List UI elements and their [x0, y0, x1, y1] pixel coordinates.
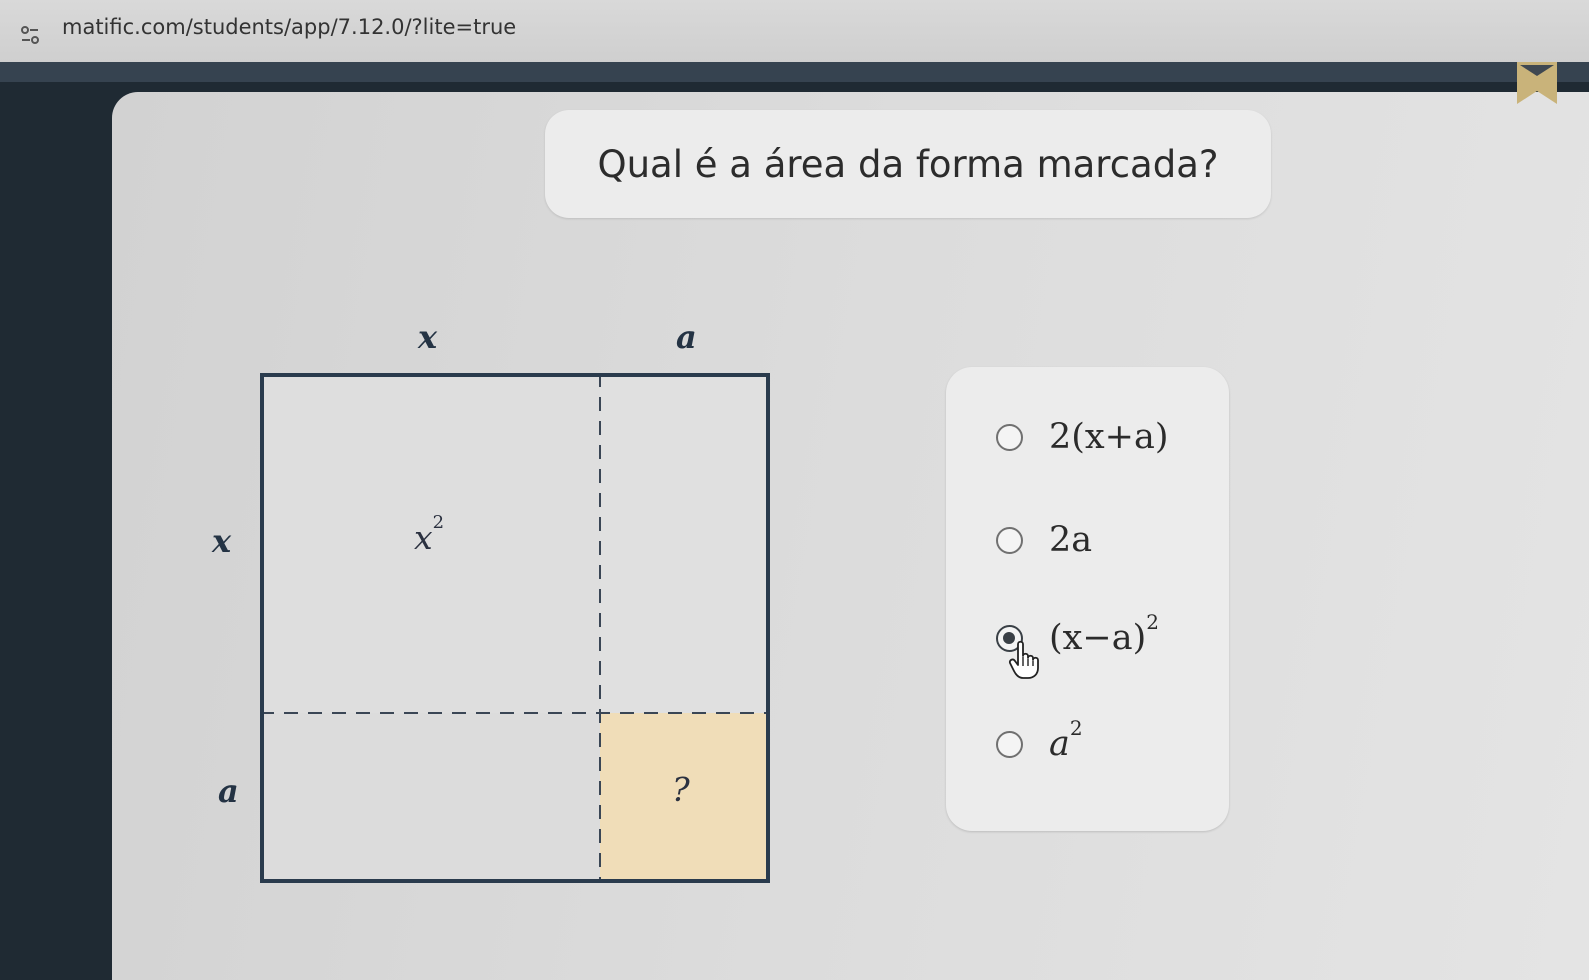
bookmark-ribbon-icon[interactable]: [1514, 56, 1560, 106]
radio-button[interactable]: [996, 730, 1023, 758]
answer-options-panel: 2(x+a) 2a (x−a)2 a2: [946, 367, 1229, 831]
option-label: 2a: [1049, 520, 1093, 560]
region-label-x-squared: x2: [414, 512, 444, 557]
option-base: a: [1049, 724, 1070, 764]
question-panel: Qual é a área da forma marcada?: [545, 110, 1271, 218]
radio-button[interactable]: [996, 526, 1023, 554]
side-label-x: x: [212, 522, 232, 560]
top-label-x: x: [418, 318, 438, 356]
question-text: Qual é a área da forma marcada?: [597, 142, 1219, 186]
region-bottom-left: [260, 713, 600, 883]
top-label-a: a: [676, 318, 697, 356]
option-2-x-plus-a[interactable]: 2(x+a): [996, 412, 1169, 462]
hand-pointer-icon: [1008, 640, 1039, 679]
x-squared-base: x: [414, 518, 433, 557]
page-settings-icon[interactable]: [20, 26, 40, 46]
option-exponent: 2: [1146, 610, 1159, 634]
option-a-squared[interactable]: a2: [996, 716, 1083, 769]
url-text[interactable]: matific.com/students/app/7.12.0/?lite=tr…: [62, 15, 516, 39]
browser-url-bar[interactable]: matific.com/students/app/7.12.0/?lite=tr…: [0, 0, 1589, 63]
option-label: 2(x+a): [1049, 417, 1169, 457]
unknown-area-label: ?: [672, 770, 690, 809]
option-label: (x−a)2: [1049, 610, 1159, 658]
option-2a[interactable]: 2a: [996, 515, 1092, 565]
app-top-band: [0, 62, 1589, 82]
option-base: (x−a): [1049, 618, 1147, 658]
region-top-right: [600, 373, 770, 713]
x-squared-exponent: 2: [432, 512, 445, 533]
radio-button[interactable]: [996, 423, 1023, 451]
area-diagram: [260, 373, 770, 883]
side-label-a: a: [218, 772, 239, 810]
option-label: a2: [1049, 716, 1083, 764]
option-exponent: 2: [1069, 716, 1083, 740]
